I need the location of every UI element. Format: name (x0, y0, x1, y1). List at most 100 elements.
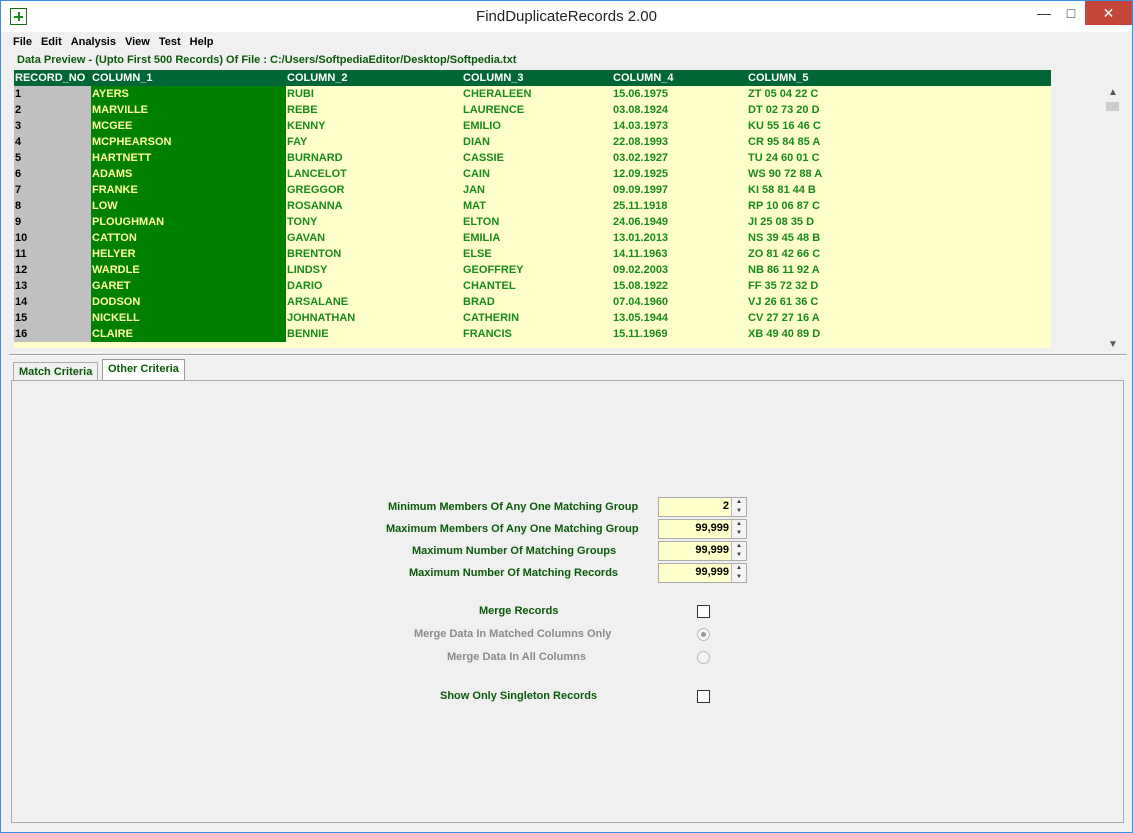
table-row[interactable]: 9 PLOUGHMAN TONY ELTON 24.06.1949 JI 25 08 35… (14, 214, 1051, 230)
table-cell[interactable]: FAY (286, 134, 462, 150)
table-cell[interactable]: 13.05.1944 (612, 310, 747, 326)
record-no-cell[interactable]: 11 (14, 246, 91, 262)
table-cell[interactable]: GREGGOR (286, 182, 462, 198)
table-cell[interactable]: 15.08.1922 (612, 278, 747, 294)
max-groups-value[interactable]: 99,999 (695, 544, 729, 556)
table-cell[interactable]: CASSIE (462, 150, 612, 166)
table-cell[interactable]: PLOUGHMAN (91, 214, 286, 230)
scroll-down-icon[interactable]: ▼ (1108, 339, 1118, 350)
maximize-button[interactable]: □ (1058, 1, 1084, 25)
record-no-cell[interactable]: 3 (14, 118, 91, 134)
table-cell[interactable]: CHERALEEN (462, 86, 612, 102)
table-cell[interactable]: 22.08.1993 (612, 134, 747, 150)
table-row[interactable]: 3 MCGEE KENNY EMILIO 14.03.1973 KU 55 16 46 C (14, 118, 1051, 134)
record-no-cell[interactable]: 9 (14, 214, 91, 230)
table-cell[interactable]: RUBI (286, 86, 462, 102)
spin-down-icon[interactable]: ▼ (732, 529, 746, 538)
table-cell[interactable]: ARSALANE (286, 294, 462, 310)
table-cell[interactable]: JOHNATHAN (286, 310, 462, 326)
table-cell[interactable]: NS 39 45 48 B (747, 230, 1051, 246)
table-row[interactable]: 10 CATTON GAVAN EMILIA 13.01.2013 NS 39 45 48… (14, 230, 1051, 246)
table-row[interactable]: 16 CLAIRE BENNIE FRANCIS 15.11.1969 XB 49 40 … (14, 326, 1051, 342)
table-row[interactable]: 4 MCPHEARSON FAY DIAN 22.08.1993 CR 95 84 85 … (14, 134, 1051, 150)
table-cell[interactable]: LAURENCE (462, 102, 612, 118)
table-cell[interactable]: CATTON (91, 230, 286, 246)
table-cell[interactable]: RP 10 06 87 C (747, 198, 1051, 214)
table-cell[interactable]: FRANCIS (462, 326, 612, 342)
max-members-spinbox[interactable]: 99,999 ▲ ▼ (658, 519, 747, 539)
title-bar[interactable]: FindDuplicateRecords 2.00 — □ ✕ (1, 1, 1132, 32)
table-cell[interactable]: BRAD (462, 294, 612, 310)
data-table[interactable]: RECORD_NO COLUMN_1 COLUMN_2 COLUMN_3 COL… (14, 70, 1051, 342)
record-no-cell[interactable]: 2 (14, 102, 91, 118)
table-cell[interactable]: ELTON (462, 214, 612, 230)
record-no-cell[interactable]: 5 (14, 150, 91, 166)
table-row[interactable]: 14 DODSON ARSALANE BRAD 07.04.1960 VJ 26 61 3… (14, 294, 1051, 310)
record-no-cell[interactable]: 7 (14, 182, 91, 198)
table-cell[interactable]: HELYER (91, 246, 286, 262)
max-records-spinbox[interactable]: 99,999 ▲ ▼ (658, 563, 747, 583)
table-cell[interactable]: CLAIRE (91, 326, 286, 342)
table-cell[interactable]: 14.11.1963 (612, 246, 747, 262)
table-cell[interactable]: EMILIO (462, 118, 612, 134)
table-cell[interactable]: CATHERIN (462, 310, 612, 326)
table-cell[interactable]: MCGEE (91, 118, 286, 134)
table-cell[interactable]: CV 27 27 16 A (747, 310, 1051, 326)
table-cell[interactable]: DODSON (91, 294, 286, 310)
table-cell[interactable]: KENNY (286, 118, 462, 134)
preview-scrollbar[interactable]: ▲ ▼ (1104, 87, 1121, 350)
spin-up-icon[interactable]: ▲ (732, 520, 746, 529)
record-no-cell[interactable]: 10 (14, 230, 91, 246)
merge-all-radio[interactable] (697, 651, 710, 664)
table-row[interactable]: 15 NICKELL JOHNATHAN CATHERIN 13.05.1944 CV 2… (14, 310, 1051, 326)
table-cell[interactable]: CAIN (462, 166, 612, 182)
table-cell[interactable]: MARVILLE (91, 102, 286, 118)
table-cell[interactable]: WS 90 72 88 A (747, 166, 1051, 182)
menu-analysis[interactable]: Analysis (67, 34, 121, 52)
table-cell[interactable]: 25.11.1918 (612, 198, 747, 214)
table-cell[interactable]: MAT (462, 198, 612, 214)
record-no-cell[interactable]: 12 (14, 262, 91, 278)
table-row[interactable]: 12 WARDLE LINDSY GEOFFREY 09.02.2003 NB 86 11… (14, 262, 1051, 278)
table-cell[interactable]: 15.06.1975 (612, 86, 747, 102)
spin-down-icon[interactable]: ▼ (732, 551, 746, 560)
table-cell[interactable]: 13.01.2013 (612, 230, 747, 246)
table-cell[interactable]: 15.11.1969 (612, 326, 747, 342)
table-cell[interactable]: LANCELOT (286, 166, 462, 182)
merge-records-checkbox[interactable] (697, 605, 710, 618)
table-cell[interactable]: GAVAN (286, 230, 462, 246)
table-cell[interactable]: KI 58 81 44 B (747, 182, 1051, 198)
table-cell[interactable]: GEOFFREY (462, 262, 612, 278)
table-row[interactable]: 6 ADAMS LANCELOT CAIN 12.09.1925 WS 90 72 88 … (14, 166, 1051, 182)
column-header-4[interactable]: COLUMN_4 (612, 70, 747, 86)
table-cell[interactable]: ZT 05 04 22 C (747, 86, 1051, 102)
max-groups-spinbox[interactable]: 99,999 ▲ ▼ (658, 541, 747, 561)
column-header-3[interactable]: COLUMN_3 (462, 70, 612, 86)
merge-matched-radio[interactable] (697, 628, 710, 641)
table-cell[interactable]: 09.02.2003 (612, 262, 747, 278)
table-cell[interactable]: LOW (91, 198, 286, 214)
table-cell[interactable]: ELSE (462, 246, 612, 262)
table-cell[interactable]: XB 49 40 89 D (747, 326, 1051, 342)
table-cell[interactable]: ADAMS (91, 166, 286, 182)
spin-down-icon[interactable]: ▼ (732, 507, 746, 516)
table-cell[interactable]: NICKELL (91, 310, 286, 326)
table-row[interactable]: 1 AYERS RUBI CHERALEEN 15.06.1975 ZT 05 04 22… (14, 86, 1051, 102)
spin-up-icon[interactable]: ▲ (732, 564, 746, 573)
scroll-thumb[interactable] (1106, 102, 1119, 111)
table-cell[interactable]: ROSANNA (286, 198, 462, 214)
spin-up-icon[interactable]: ▲ (732, 498, 746, 507)
menu-view[interactable]: View (121, 34, 155, 52)
min-members-spinbox[interactable]: 2 ▲ ▼ (658, 497, 747, 517)
table-cell[interactable]: 12.09.1925 (612, 166, 747, 182)
table-cell[interactable]: 09.09.1997 (612, 182, 747, 198)
table-cell[interactable]: CHANTEL (462, 278, 612, 294)
menu-test[interactable]: Test (155, 34, 186, 52)
table-cell[interactable]: EMILIA (462, 230, 612, 246)
table-cell[interactable]: VJ 26 61 36 C (747, 294, 1051, 310)
table-cell[interactable]: BENNIE (286, 326, 462, 342)
record-no-cell[interactable]: 6 (14, 166, 91, 182)
table-cell[interactable]: JAN (462, 182, 612, 198)
record-no-cell[interactable]: 15 (14, 310, 91, 326)
table-cell[interactable]: DIAN (462, 134, 612, 150)
